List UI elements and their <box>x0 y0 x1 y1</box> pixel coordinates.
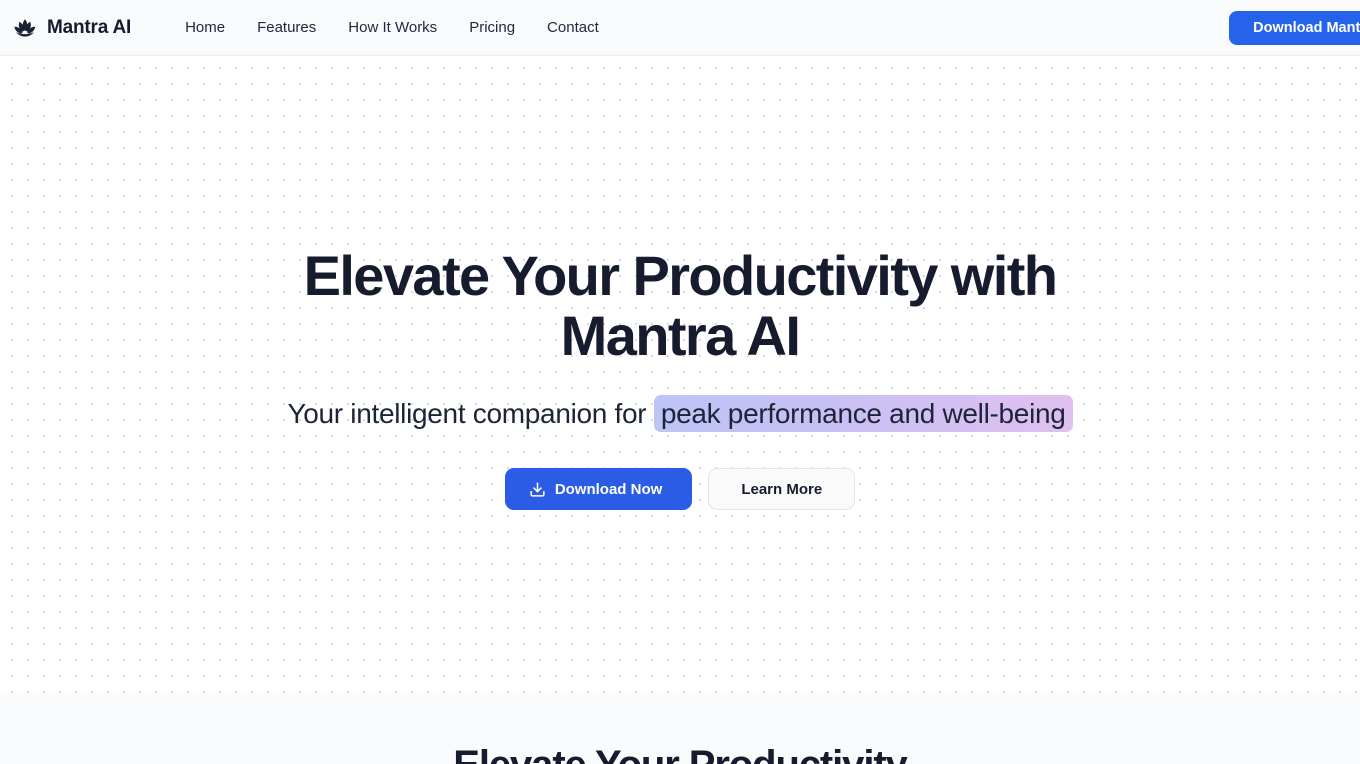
hero-actions: Download Now Learn More <box>0 468 1360 510</box>
nav-item-features[interactable]: Features <box>241 13 332 42</box>
download-now-label: Download Now <box>554 480 663 498</box>
nav-item-how-it-works[interactable]: How It Works <box>332 13 453 42</box>
hero-subtitle: Your intelligent companion for peak perf… <box>0 394 1360 434</box>
brand-name: Mantra AI <box>47 16 132 38</box>
nav-item-contact[interactable]: Contact <box>531 13 615 42</box>
site-header: Mantra AI Home Features How It Works Pri… <box>0 0 1360 56</box>
hero-section: Elevate Your Productivity with Mantra AI… <box>0 56 1360 693</box>
lotus-icon <box>12 15 38 41</box>
learn-more-button[interactable]: Learn More <box>708 468 856 510</box>
features-section-title: Elevate Your Productivity <box>0 741 1360 764</box>
download-now-button[interactable]: Download Now <box>504 468 693 510</box>
nav-item-pricing[interactable]: Pricing <box>453 13 531 42</box>
hero-title: Elevate Your Productivity with Mantra AI <box>303 244 1058 367</box>
brand-logo[interactable]: Mantra AI <box>12 15 131 41</box>
hero-content: Elevate Your Productivity with Mantra AI… <box>0 246 1360 510</box>
hero-subtitle-prefix: Your intelligent companion for <box>287 398 654 429</box>
header-cta-wrap: Download Mantra <box>1229 11 1360 45</box>
download-mantra-button[interactable]: Download Mantra <box>1229 11 1360 45</box>
features-section: Elevate Your Productivity <box>0 693 1360 764</box>
nav-item-home[interactable]: Home <box>169 13 241 42</box>
download-icon <box>529 481 546 498</box>
main-nav: Home Features How It Works Pricing Conta… <box>169 13 615 42</box>
hero-subtitle-highlight: peak performance and well-being <box>653 395 1073 432</box>
